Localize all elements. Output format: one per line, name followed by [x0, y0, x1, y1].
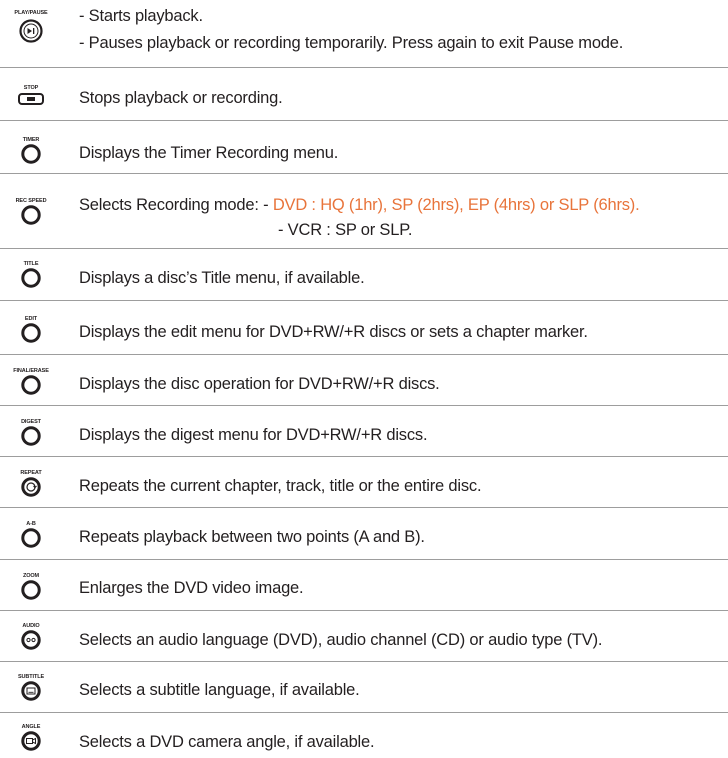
description: Selects a DVD camera angle, if available…	[79, 733, 375, 751]
description: Displays the edit menu for DVD+RW/+R dis…	[79, 323, 588, 341]
angle-icon: ANGLE	[18, 724, 44, 751]
icon-label: PLAY/PAUSE	[14, 10, 48, 16]
icon-label: AUDIO	[22, 623, 40, 629]
icon-label: DIGEST	[21, 419, 41, 425]
description: Displays a disc’s Title menu, if availab…	[79, 269, 365, 287]
stop-icon: STOP	[18, 85, 44, 105]
icon-label: STOP	[23, 85, 39, 91]
description: Enlarges the DVD video image.	[79, 579, 304, 597]
icon-label: TIMER	[22, 137, 40, 143]
icon-label: REC SPEED	[15, 198, 47, 204]
divider	[0, 248, 728, 249]
divider	[0, 661, 728, 662]
description: Displays the disc operation for DVD+RW/+…	[79, 375, 440, 393]
description-prefix: Selects Recording mode: -	[79, 196, 273, 214]
description-line-2: - Pauses playback or recording temporari…	[79, 34, 624, 52]
divider	[0, 559, 728, 560]
audio-icon: AUDIO	[18, 623, 44, 650]
round-button-icon: A-B	[18, 521, 44, 548]
icon-label: TITLE	[23, 261, 39, 267]
divider	[0, 173, 728, 174]
icon-label: REPEAT	[20, 470, 42, 476]
round-button-icon: TIMER	[18, 137, 44, 164]
round-button-icon: FINAL/ERASE	[13, 368, 49, 395]
dvd-modes-text: DVD : HQ (1hr), SP (2hrs), EP (4hrs) or …	[272, 196, 640, 214]
description: Displays the digest menu for DVD+RW/+R d…	[79, 426, 428, 444]
divider	[0, 354, 728, 355]
divider	[0, 456, 728, 457]
description: - Starts playback.	[79, 7, 203, 25]
icon-label: ZOOM	[22, 573, 40, 579]
subtitle-icon: SUBTITLE	[18, 674, 44, 701]
icon-label: SUBTITLE	[17, 674, 45, 680]
round-button-icon: ZOOM	[18, 573, 44, 600]
divider	[0, 67, 728, 68]
description: Stops playback or recording.	[79, 89, 283, 107]
divider	[0, 610, 728, 611]
icon-label: A-B	[26, 521, 36, 527]
icon-label: EDIT	[24, 316, 38, 322]
description: Selects an audio language (DVD), audio c…	[79, 631, 603, 649]
round-button-icon: EDIT	[18, 316, 44, 343]
description: Selects a subtitle language, if availabl…	[79, 681, 360, 699]
description: Displays the Timer Recording menu.	[79, 144, 339, 162]
description: Repeats the current chapter, track, titl…	[79, 477, 482, 495]
divider	[0, 120, 728, 121]
vcr-modes-text: - VCR : SP or SLP.	[278, 221, 413, 239]
description: Selects Recording mode: - DVD : HQ (1hr)…	[79, 195, 640, 215]
divider	[0, 507, 728, 508]
icon-label: ANGLE	[21, 724, 41, 730]
round-button-icon: REC SPEED	[15, 198, 47, 225]
play-pause-icon: PLAY/PAUSE	[14, 10, 48, 43]
repeat-icon: REPEAT	[18, 470, 44, 497]
icon-label: FINAL/ERASE	[13, 368, 49, 374]
divider	[0, 712, 728, 713]
divider	[0, 300, 728, 301]
description: Repeats playback between two points (A a…	[79, 528, 425, 546]
round-button-icon: DIGEST	[18, 419, 44, 446]
round-button-icon: TITLE	[18, 261, 44, 288]
divider	[0, 405, 728, 406]
